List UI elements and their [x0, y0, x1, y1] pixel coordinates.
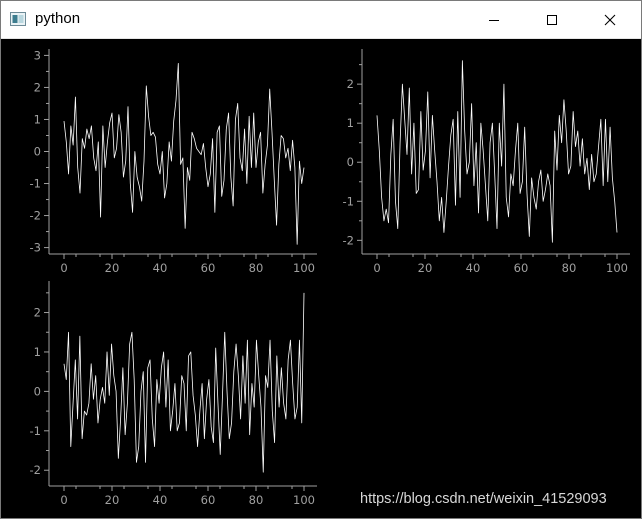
app-window: python 0 20 40 60 80 100 -3 -2 -1 0 1 2 3 0 20 40 60 80 10… — [0, 0, 642, 519]
x-tick-label: 40 — [466, 261, 481, 275]
chart-top-left: 0 20 40 60 80 100 -3 -2 -1 0 1 2 3 — [30, 48, 317, 275]
x-tick-label: 0 — [373, 261, 380, 275]
minimize-button[interactable] — [471, 1, 517, 38]
chart-bottom-left: 0 20 40 60 80 100 -2 -1 0 1 2 — [30, 281, 317, 507]
y-tick-label: -2 — [30, 463, 41, 477]
x-tick-label: 100 — [606, 261, 628, 275]
y-tick-label: 1 — [347, 116, 354, 130]
x-tick-label: 0 — [60, 493, 67, 507]
x-tick-label: 100 — [293, 493, 315, 507]
y-tick-label: -2 — [343, 233, 354, 247]
y-tick-label: 3 — [34, 48, 41, 62]
y-tick-label: -3 — [30, 241, 41, 255]
y-tick-label: -1 — [30, 177, 41, 191]
series-line-0 — [63, 63, 305, 245]
y-tick-label: 1 — [34, 112, 41, 126]
minimize-icon — [489, 19, 499, 21]
y-tick-label: 0 — [34, 384, 41, 398]
chart-top-right: 0 20 40 60 80 100 -2 -1 0 1 2 — [343, 49, 630, 275]
watermark-text: https://blog.csdn.net/weixin_41529093 — [360, 491, 607, 507]
close-icon — [604, 14, 616, 25]
x-tick-label: 80 — [562, 261, 577, 275]
y-tick-label: 1 — [34, 345, 41, 359]
y-tick-label: 2 — [347, 77, 354, 91]
y-tick-label: -1 — [343, 194, 354, 208]
y-tick-label: -2 — [30, 209, 41, 223]
plot-top-left[interactable]: 0 20 40 60 80 100-3-2-101230 20 40 60 80 100-2-101… — [1, 39, 641, 519]
x-tick-label: 20 — [418, 261, 433, 275]
x-tick-label: 20 — [105, 493, 120, 507]
close-button[interactable] — [587, 1, 633, 38]
x-tick-label: 60 — [514, 261, 529, 275]
y-tick-label: 2 — [34, 80, 41, 94]
series-line-0 — [376, 60, 618, 243]
x-tick-label: 40 — [153, 261, 168, 275]
x-tick-label: 0 — [60, 261, 67, 275]
maximize-button[interactable] — [529, 1, 575, 38]
x-tick-label: 80 — [249, 493, 264, 507]
x-tick-label: 40 — [153, 493, 168, 507]
maximize-icon — [547, 14, 557, 25]
plot-area: 0 20 40 60 80 100 -3 -2 -1 0 1 2 3 0 20 40 60 80 100 -2 -1 0 1… — [1, 39, 641, 519]
x-tick-label: 60 — [201, 493, 216, 507]
y-tick-label: 0 — [347, 155, 354, 169]
x-tick-label: 20 — [105, 261, 120, 275]
y-tick-label: -1 — [30, 424, 41, 438]
y-tick-label: 0 — [34, 145, 41, 159]
series-line-0 — [63, 292, 305, 473]
window-title: python — [35, 10, 81, 27]
x-tick-label: 80 — [249, 261, 264, 275]
app-icon — [10, 12, 26, 26]
x-tick-label: 60 — [201, 261, 216, 275]
y-tick-label: 2 — [34, 306, 41, 320]
x-tick-label: 100 — [293, 261, 315, 275]
title-bar[interactable]: python — [1, 1, 641, 39]
